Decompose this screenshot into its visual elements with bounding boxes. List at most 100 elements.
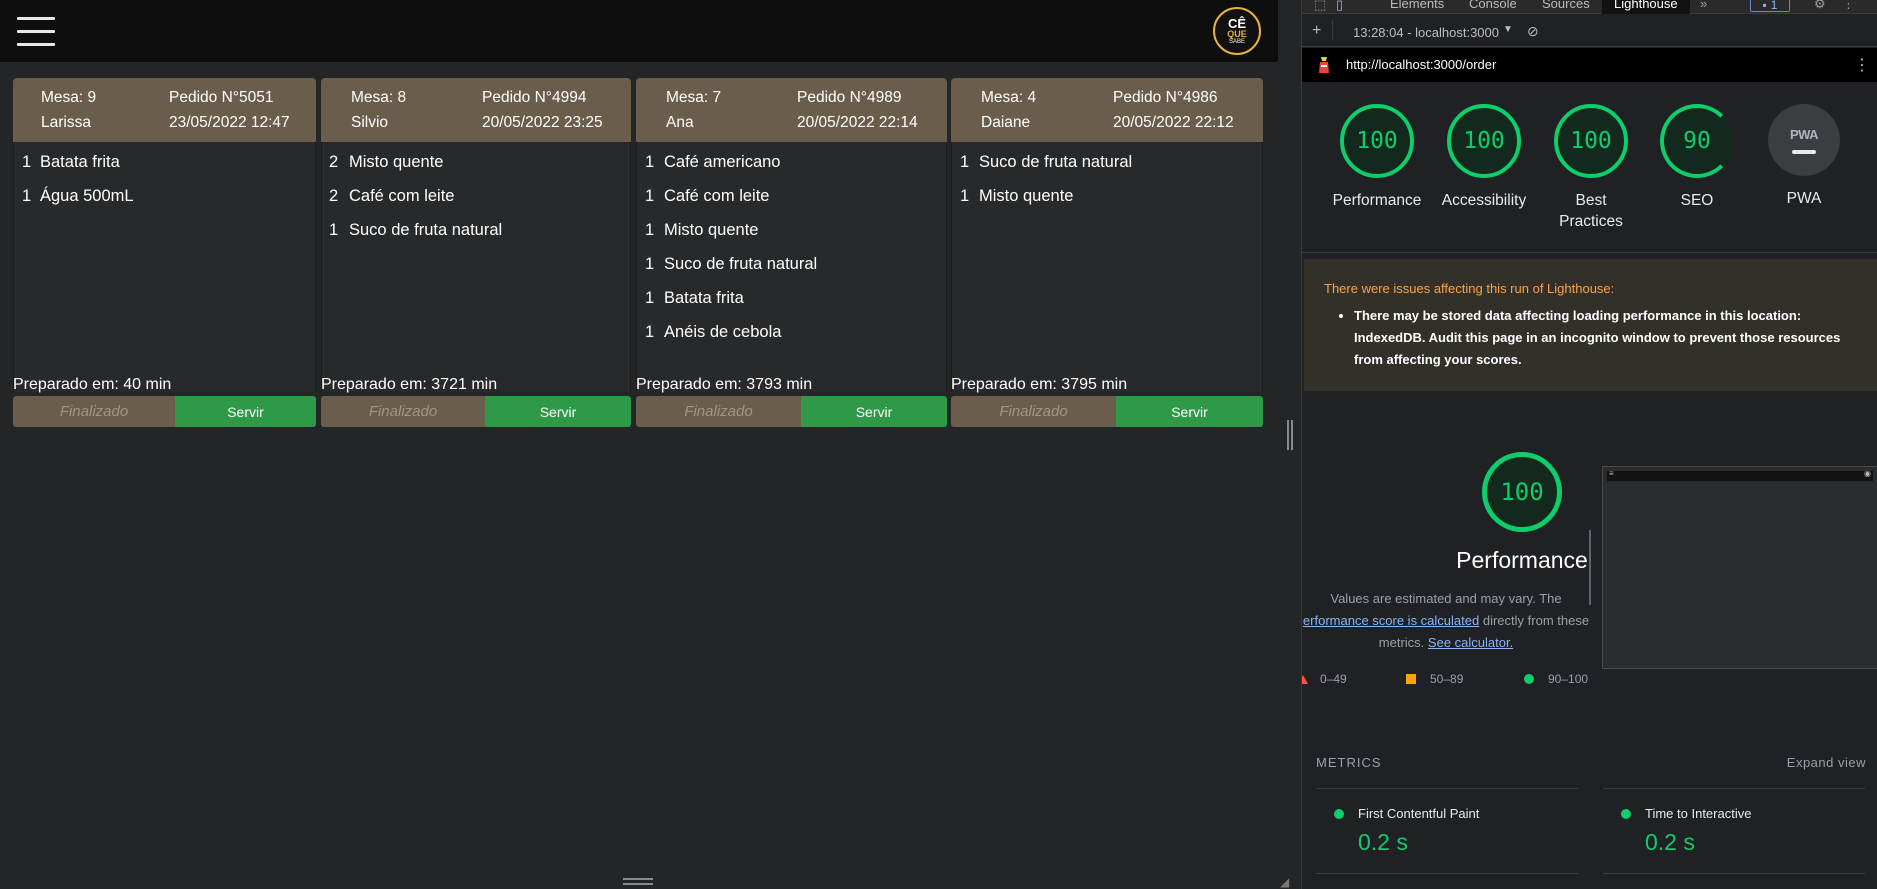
gauge-label: Accessibility <box>1441 192 1527 209</box>
gauge-label: Best Practices <box>1559 192 1623 230</box>
gauge-best-practices[interactable]: 100 Best Practices <box>1536 104 1646 232</box>
table-number: Mesa: 8 <box>351 89 407 106</box>
item-name: Misto quente <box>664 221 759 239</box>
thumb-logo-icon: ◉ <box>1864 469 1871 478</box>
pass-circle-icon <box>1334 809 1344 819</box>
warning-title: There were issues affecting this run of … <box>1324 281 1615 296</box>
list-item: 1 Café com leite <box>645 187 943 221</box>
metric-name: First Contentful Paint <box>1358 806 1480 821</box>
average-square-icon <box>1406 674 1416 684</box>
order-number: Pedido N°5051 <box>169 89 274 106</box>
inspect-element-icon[interactable]: ⬚ <box>1314 0 1326 13</box>
list-item: 1 Café americano <box>645 153 943 187</box>
prep-time: Preparado em: 3793 min <box>636 376 813 393</box>
gauge-performance[interactable]: 100 Performance <box>1322 104 1432 211</box>
pwa-badge-icon: PWA <box>1768 104 1840 176</box>
score-accessibility: 100 <box>1447 104 1521 178</box>
settings-gear-icon[interactable]: ⚙ <box>1814 0 1826 12</box>
metric-name: Time to Interactive <box>1645 806 1752 821</box>
fail-triangle-icon <box>1302 675 1308 684</box>
order-number: Pedido N°4994 <box>482 89 587 106</box>
table-number: Mesa: 9 <box>41 89 97 106</box>
report-url: http://localhost:3000/order <box>1346 57 1497 72</box>
order-items: 1 Batata frita 1 Água 500mL <box>22 153 312 221</box>
finalizado-button[interactable]: Finalizado <box>636 396 801 427</box>
list-item: 1 Suco de fruta natural <box>329 221 627 255</box>
chevron-down-icon[interactable]: ▼ <box>1503 24 1513 35</box>
servir-button[interactable]: Servir <box>485 396 631 427</box>
item-qty: 2 <box>329 187 339 205</box>
gauge-accessibility[interactable]: 100 Accessibility <box>1429 104 1539 211</box>
item-name: Batata frita <box>40 153 120 171</box>
list-item: 1 Suco de fruta natural <box>960 153 1259 187</box>
order-card-header: Mesa: 4 Pedido N°4986 Daiane 20/05/2022 … <box>951 78 1263 142</box>
order-items: 1 Café americano 1 Café com leite 1 Misto q… <box>645 153 943 357</box>
metric-time-to-interactive: Time to Interactive 0.2 s <box>1603 788 1865 874</box>
finalizado-button[interactable]: Finalizado <box>951 396 1116 427</box>
order-card-header: Mesa: 8 Pedido N°4994 Silvio 20/05/2022 … <box>321 78 631 142</box>
customer-name: Silvio <box>351 114 389 131</box>
report-menu-icon[interactable]: ⋮ <box>1854 55 1870 75</box>
device-toggle-icon[interactable]: ▯ <box>1336 0 1343 13</box>
page-screenshot-thumbnail[interactable]: ≡ ◉ <box>1602 466 1877 669</box>
tab-sources[interactable]: Sources <box>1542 0 1590 11</box>
tab-console[interactable]: Console <box>1469 0 1517 11</box>
issues-badge[interactable]: ▪ 1 <box>1750 0 1790 12</box>
list-item: 1 Suco de fruta natural <box>645 255 943 289</box>
panel-resize-handle[interactable] <box>1287 420 1293 450</box>
hamburger-menu-icon[interactable] <box>17 17 55 47</box>
item-name: Misto quente <box>979 187 1074 205</box>
performance-description: Values are estimated and may vary. The e… <box>1302 588 1596 654</box>
item-name: Misto quente <box>349 153 444 171</box>
legend-high: 90–100 <box>1548 672 1589 686</box>
score-best-practices: 100 <box>1554 104 1628 178</box>
expand-view-button[interactable]: Expand view <box>1787 755 1866 770</box>
bottom-resize-handle[interactable] <box>623 878 653 886</box>
kitchen-app: CÊ QUE SABE Mesa: 9 Pedido N°5051 Lariss… <box>0 0 1301 889</box>
tab-lighthouse[interactable]: Lighthouse <box>1602 0 1690 14</box>
scrollbar[interactable] <box>1589 530 1591 605</box>
prep-time: Preparado em: 3721 min <box>321 376 498 393</box>
tab-elements[interactable]: Elements <box>1390 0 1444 11</box>
brand-logo[interactable]: CÊ QUE SABE <box>1213 7 1261 55</box>
score-calculation-link[interactable]: erformance score is calculated <box>1303 613 1479 628</box>
finalizado-button[interactable]: Finalizado <box>13 396 175 427</box>
issues-icon: ▪ <box>1762 0 1767 12</box>
gauge-seo[interactable]: 90 SEO <box>1642 104 1752 211</box>
item-name: Café com leite <box>664 187 770 205</box>
legend-mid: 50–89 <box>1430 672 1464 686</box>
item-name: Anéis de cebola <box>664 323 782 341</box>
logo-text-line2: QUE <box>1227 29 1247 39</box>
see-calculator-link[interactable]: See calculator. <box>1428 635 1513 650</box>
customer-name: Larissa <box>41 114 91 131</box>
more-options-icon[interactable]: ⋮ <box>1842 0 1855 12</box>
metrics-title: METRICS <box>1316 755 1382 770</box>
list-item: 1 Água 500mL <box>22 187 312 221</box>
devtools-panel: ⬚ ▯ Elements Console Sources Lighthouse … <box>1301 0 1877 889</box>
customer-name: Ana <box>666 114 694 131</box>
item-qty: 1 <box>22 187 32 205</box>
item-qty: 1 <box>645 153 655 171</box>
legend-low: 0–49 <box>1320 672 1347 686</box>
item-name: Batata frita <box>664 289 744 307</box>
servir-button[interactable]: Servir <box>801 396 947 427</box>
servir-button[interactable]: Servir <box>175 396 316 427</box>
customer-name: Daiane <box>981 114 1031 131</box>
item-qty: 1 <box>960 187 970 205</box>
servir-button[interactable]: Servir <box>1116 396 1263 427</box>
divider <box>1302 252 1877 253</box>
score-performance: 100 <box>1340 104 1414 178</box>
gauge-pwa[interactable]: PWA PWA <box>1749 104 1859 209</box>
resize-corner-icon[interactable]: ◢ <box>1280 875 1294 889</box>
metric-first-contentful-paint: First Contentful Paint 0.2 s <box>1316 788 1578 874</box>
report-selector[interactable]: 13:28:04 - localhost:3000 <box>1353 25 1499 40</box>
new-report-plus-icon[interactable]: + <box>1312 22 1321 40</box>
item-qty: 1 <box>329 221 339 239</box>
item-qty: 1 <box>645 255 655 273</box>
order-number: Pedido N°4986 <box>1113 89 1218 106</box>
clear-reports-icon[interactable]: ⊘ <box>1527 23 1539 40</box>
list-item: 2 Café com leite <box>329 187 627 221</box>
more-tabs-icon[interactable]: » <box>1700 0 1707 11</box>
desc-text: Values are estimated and may vary. The <box>1330 591 1562 606</box>
finalizado-button[interactable]: Finalizado <box>321 396 485 427</box>
